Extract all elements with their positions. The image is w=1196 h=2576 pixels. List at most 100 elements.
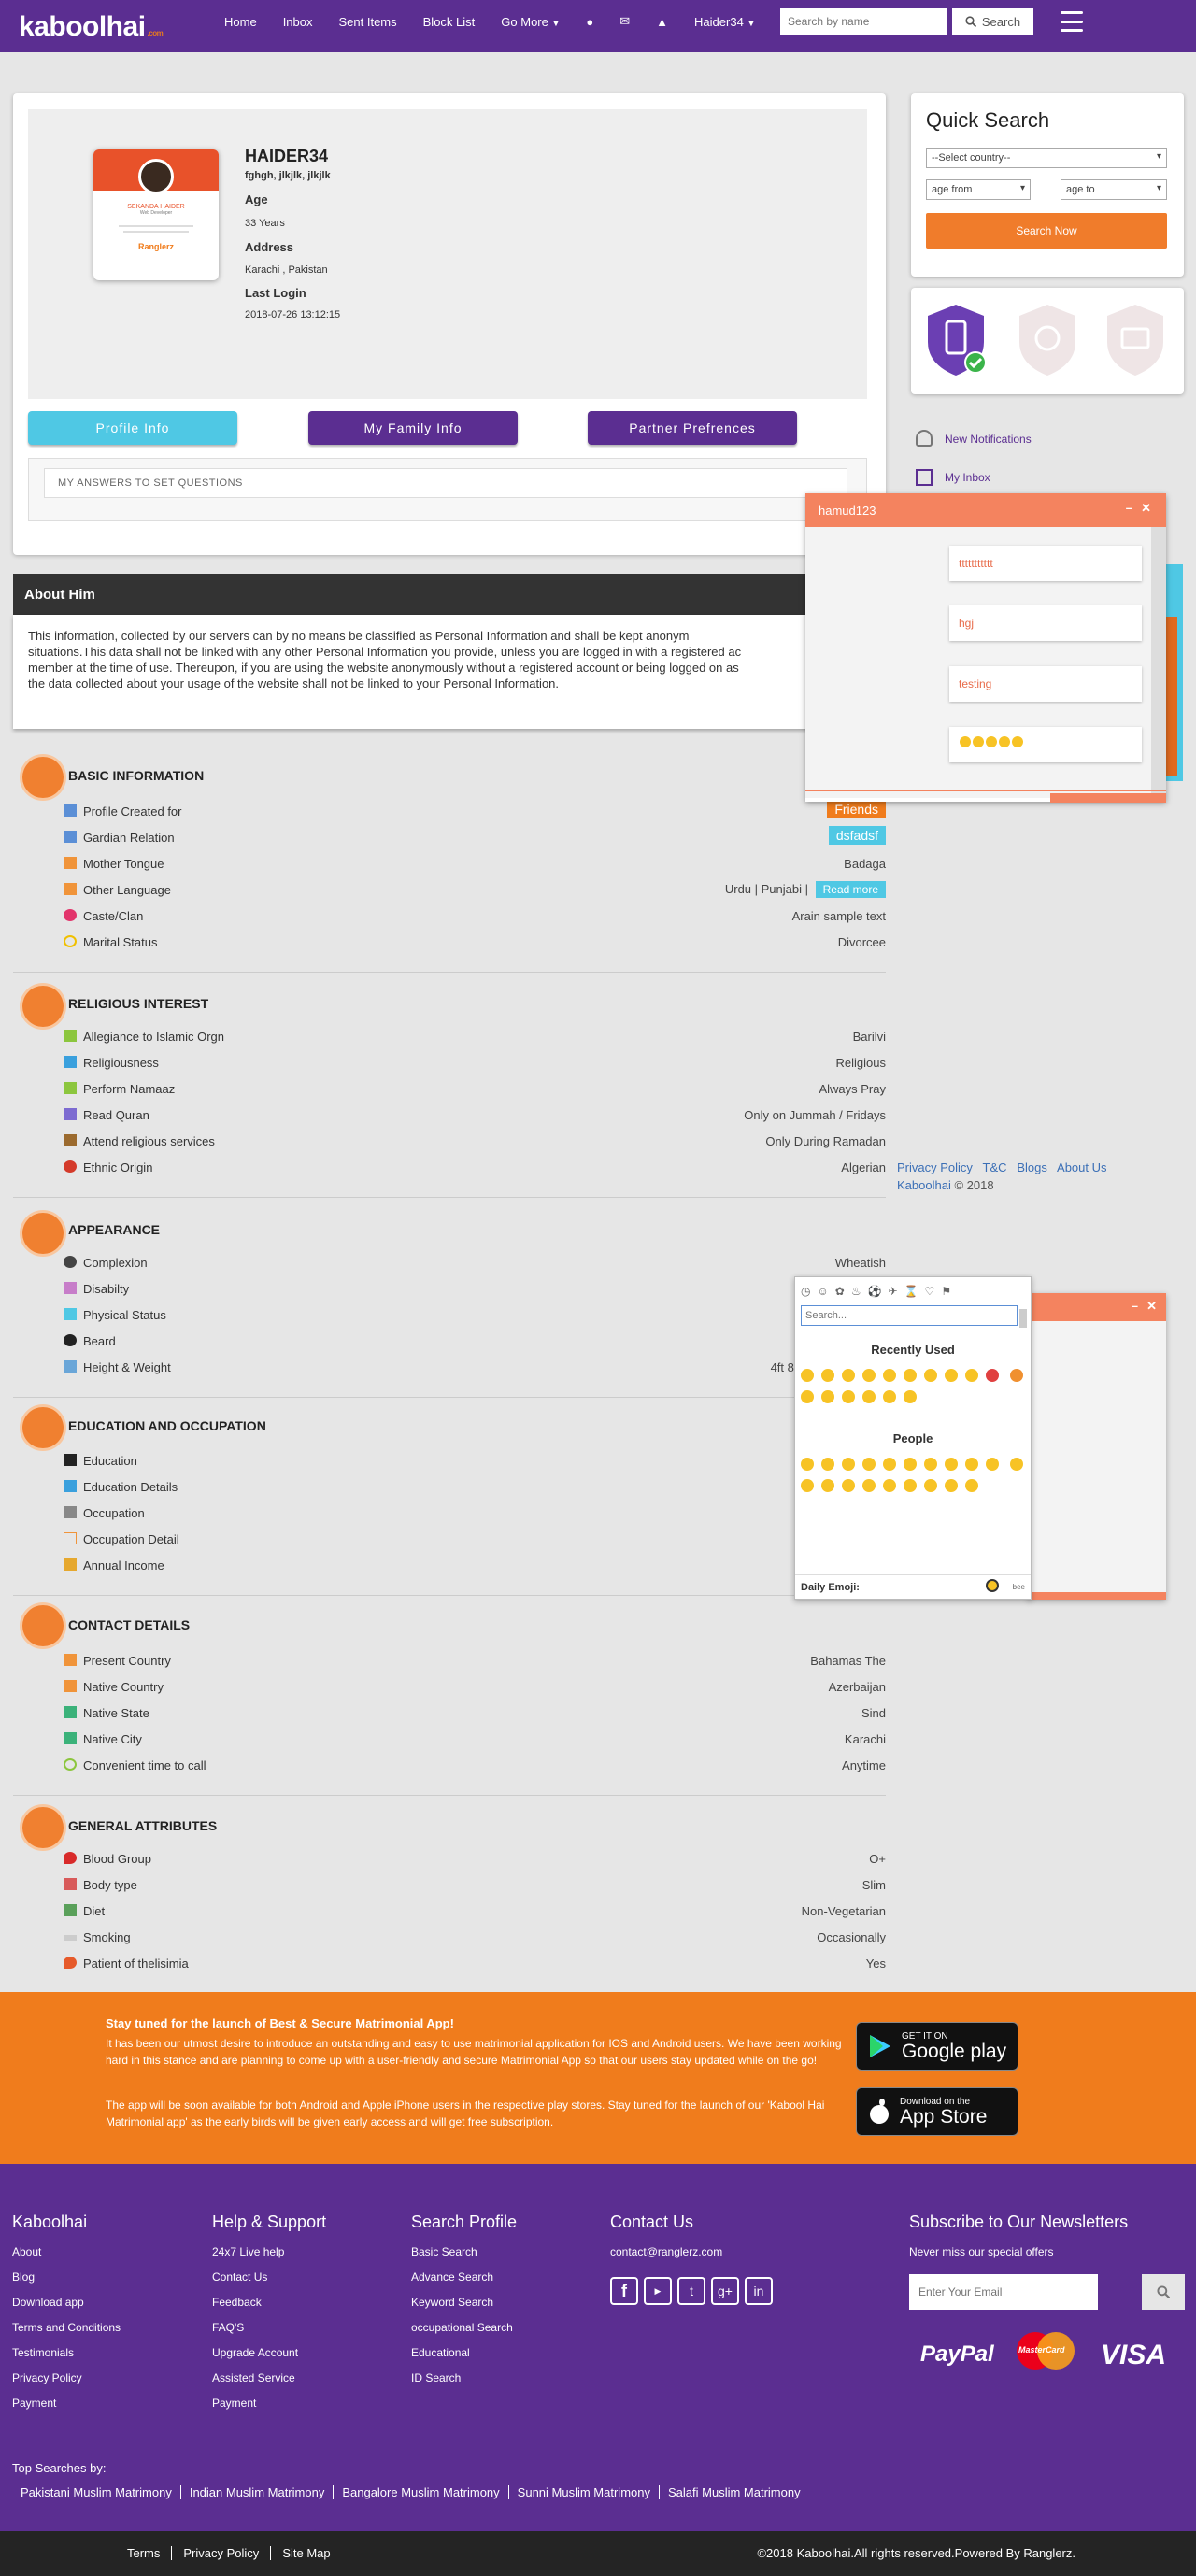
chat-input[interactable] xyxy=(805,790,1166,803)
newsletter-submit-button[interactable] xyxy=(1142,2274,1185,2310)
top-search-link[interactable]: Bangalore Muslim Matrimony xyxy=(334,2485,509,2499)
blogs-link[interactable]: Blogs xyxy=(1017,1160,1047,1174)
footer-link[interactable]: Educational xyxy=(411,2346,517,2359)
twitter-icon[interactable]: t xyxy=(677,2277,705,2305)
emoji[interactable] xyxy=(842,1369,855,1382)
footer-link[interactable]: Feedback xyxy=(212,2296,326,2309)
site-map-link[interactable]: Site Map xyxy=(271,2546,341,2560)
app-store-button[interactable]: Download on the App Store xyxy=(856,2087,1018,2136)
tab-partner-preferences[interactable]: Partner Prefrences xyxy=(588,411,797,445)
my-inbox-link[interactable]: My Inbox xyxy=(945,471,990,484)
flags-tab-icon[interactable]: ⚑ xyxy=(941,1285,951,1298)
nav-sent-items[interactable]: Sent Items xyxy=(339,15,397,29)
emoji[interactable] xyxy=(821,1458,834,1471)
footer-link[interactable]: Payment xyxy=(12,2397,121,2410)
emoji[interactable] xyxy=(842,1479,855,1492)
travel-tab-icon[interactable]: ⚽ xyxy=(868,1285,882,1298)
activity-tab-icon[interactable]: ✈ xyxy=(889,1285,898,1298)
close-icon[interactable]: ✕ xyxy=(1141,501,1151,516)
new-notifications-link[interactable]: New Notifications xyxy=(945,433,1032,446)
emoji[interactable] xyxy=(965,1458,978,1471)
footer-link[interactable]: Payment xyxy=(212,2397,326,2410)
emoji[interactable] xyxy=(801,1390,814,1403)
footer-link[interactable]: ID Search xyxy=(411,2371,517,2384)
footer-link[interactable]: Upgrade Account xyxy=(212,2346,326,2359)
nav-search-button[interactable]: Search xyxy=(952,8,1033,35)
emoji[interactable] xyxy=(862,1479,876,1492)
emoji[interactable] xyxy=(945,1458,958,1471)
minimize-icon[interactable]: – xyxy=(1126,501,1132,515)
emoji[interactable] xyxy=(801,1479,814,1492)
search-now-button[interactable]: Search Now xyxy=(926,213,1167,249)
tc-link[interactable]: T&C xyxy=(983,1160,1007,1174)
emoji[interactable] xyxy=(945,1369,958,1382)
footer-link[interactable]: Download app xyxy=(12,2296,121,2309)
top-search-link[interactable]: Pakistani Muslim Matrimony xyxy=(12,2485,181,2499)
emoji[interactable] xyxy=(904,1369,917,1382)
emoji-search-input[interactable] xyxy=(801,1305,1018,1326)
footer-link[interactable]: FAQ'S xyxy=(212,2321,326,2334)
read-more-button[interactable]: Read more xyxy=(815,881,886,898)
nav-go-more[interactable]: Go More ▼ xyxy=(501,15,560,29)
nav-block-list[interactable]: Block List xyxy=(423,15,476,29)
nav-search-input[interactable] xyxy=(780,8,947,35)
privacy-policy-link[interactable]: Privacy Policy xyxy=(172,2546,272,2560)
emoji[interactable] xyxy=(842,1458,855,1471)
animal-tab-icon[interactable]: ✿ xyxy=(835,1285,845,1298)
food-tab-icon[interactable]: ♨ xyxy=(851,1285,861,1298)
emoji[interactable] xyxy=(986,1458,999,1471)
site-logo[interactable]: kaboolhai .com xyxy=(19,11,164,43)
footer-link[interactable]: Keyword Search xyxy=(411,2296,517,2309)
emoji[interactable] xyxy=(1009,1458,1023,1471)
footer-link[interactable]: About xyxy=(12,2245,121,2258)
facebook-icon[interactable]: f xyxy=(610,2277,638,2305)
emoji[interactable] xyxy=(965,1369,978,1382)
emoji[interactable] xyxy=(904,1458,917,1471)
second-chat-header[interactable]: – ✕ xyxy=(1028,1293,1166,1321)
footer-link[interactable]: occupational Search xyxy=(411,2321,517,2334)
age-to-select[interactable]: age to xyxy=(1061,179,1167,200)
emoji[interactable] xyxy=(801,1369,814,1382)
footer-link[interactable]: Privacy Policy xyxy=(12,2371,121,2384)
youtube-icon[interactable]: ▶ xyxy=(644,2277,672,2305)
close-icon[interactable]: ✕ xyxy=(1146,1299,1157,1314)
footer-link[interactable]: Blog xyxy=(12,2270,121,2284)
privacy-policy-link[interactable]: Privacy Policy xyxy=(897,1160,973,1174)
emoji[interactable] xyxy=(883,1458,896,1471)
footer-link[interactable]: Assisted Service xyxy=(212,2371,326,2384)
top-search-link[interactable]: Salafi Muslim Matrimony xyxy=(660,2485,809,2499)
footer-link[interactable]: Contact Us xyxy=(212,2270,326,2284)
emoji[interactable] xyxy=(1009,1369,1023,1382)
profile-photo[interactable]: SEKANDA HAIDER Web Developer Ranglerz xyxy=(93,149,219,280)
google-plus-icon[interactable]: g+ xyxy=(711,2277,739,2305)
emoji[interactable] xyxy=(883,1479,896,1492)
objects-tab-icon[interactable]: ⌛ xyxy=(904,1285,918,1298)
footer-link[interactable]: Basic Search xyxy=(411,2245,517,2258)
emoji[interactable] xyxy=(924,1369,937,1382)
emoji[interactable] xyxy=(842,1390,855,1403)
emoji[interactable] xyxy=(986,1369,999,1382)
emoji[interactable] xyxy=(821,1479,834,1492)
emoji[interactable] xyxy=(924,1479,937,1492)
emoji[interactable] xyxy=(862,1458,876,1471)
emoji[interactable] xyxy=(945,1479,958,1492)
nav-user-menu[interactable]: Haider34 ▼ xyxy=(694,15,755,29)
recent-tab-icon[interactable]: ◷ xyxy=(801,1285,810,1298)
footer-link[interactable]: Testimonials xyxy=(12,2346,121,2359)
top-search-link[interactable]: Indian Muslim Matrimony xyxy=(181,2485,335,2499)
chat-header[interactable]: hamud123 – ✕ xyxy=(805,493,1166,527)
google-play-button[interactable]: GET IT ON Google play xyxy=(856,2022,1018,2071)
minimize-icon[interactable]: – xyxy=(1132,1299,1138,1313)
chat-scrollbar[interactable] xyxy=(1151,527,1166,798)
emoji[interactable] xyxy=(862,1369,876,1382)
footer-link[interactable]: Terms and Conditions xyxy=(12,2321,121,2334)
tab-profile-info[interactable]: Profile Info xyxy=(28,411,237,445)
about-us-link[interactable]: About Us xyxy=(1057,1160,1106,1174)
kaboolhai-link[interactable]: Kaboolhai xyxy=(897,1178,951,1192)
tab-family-info[interactable]: My Family Info xyxy=(308,411,518,445)
emoji[interactable] xyxy=(904,1390,917,1403)
emoji[interactable] xyxy=(904,1479,917,1492)
answers-header[interactable]: MY ANSWERS TO SET QUESTIONS xyxy=(44,468,847,498)
emoji[interactable] xyxy=(883,1390,896,1403)
contact-email[interactable]: contact@ranglerz.com xyxy=(610,2245,773,2258)
